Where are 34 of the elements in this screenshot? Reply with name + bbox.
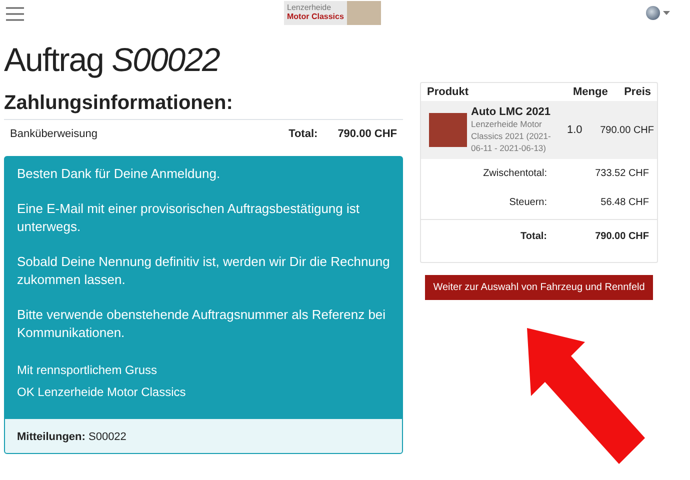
column-header: Produkt (427, 86, 470, 98)
logo[interactable]: Lenzerheide Motor Classics (284, 1, 381, 25)
product-description: Lenzerheide Motor Classics 2021 (2021-06-11 - 2021-06-13) (471, 118, 552, 154)
message-text: Eine E-Mail mit einer provisorischen Auftragsbestätigung ist unterwegs. (17, 200, 360, 236)
photo-placeholder (429, 113, 467, 147)
price: 790.00 CHF (599, 124, 654, 136)
total-label: Total: (288, 128, 318, 140)
summary-value: 733.52 CHF (594, 168, 649, 179)
closing-text: OK Lenzerheide Motor Classics (17, 384, 187, 401)
continue-button[interactable]: Weiter zur Auswahl von Fahrzeug und Rennfeld (425, 275, 653, 300)
summary-label: Zwischentotal: (482, 168, 547, 179)
avatar-icon[interactable] (646, 6, 660, 20)
menu-icon[interactable] (6, 7, 24, 21)
column-header: Menge (573, 86, 609, 98)
closing-text: Mit rennsportlichem Gruss (17, 362, 158, 379)
summary-value: 56.48 CHF (600, 197, 649, 208)
footer-text: Mitteilungen: S00022 (17, 431, 126, 443)
message-text: Bitte verwende obenstehende Auftragsnummer als Referenz bei Kommunikationen. (17, 306, 387, 342)
quantity: 1.0 (567, 124, 584, 136)
total-value: 790.00 CHF (338, 128, 397, 140)
caret-icon[interactable] (663, 11, 670, 15)
message-text: Besten Dank für Deine Anmeldung. (17, 165, 222, 183)
summary-label: Steuern: (508, 197, 547, 208)
message-text: Sobald Deine Nennung definitiv ist, werden wir Dir die Rechnung zukommen lassen. (17, 253, 390, 289)
order-title: Auftrag S00022 (4, 40, 221, 80)
payment-method: Banküberweisung (10, 128, 98, 140)
summary-label: Total: (520, 230, 547, 242)
logo-text: Motor Classics (287, 12, 344, 21)
logo-text: Lenzerheide (287, 3, 332, 12)
photo-placeholder (346, 1, 381, 25)
section-heading: Zahlungsinformationen: (4, 90, 403, 120)
product-name: Auto LMC 2021 (471, 106, 552, 118)
column-header: Preis (623, 86, 651, 98)
summary-value: 790.00 CHF (594, 230, 649, 242)
